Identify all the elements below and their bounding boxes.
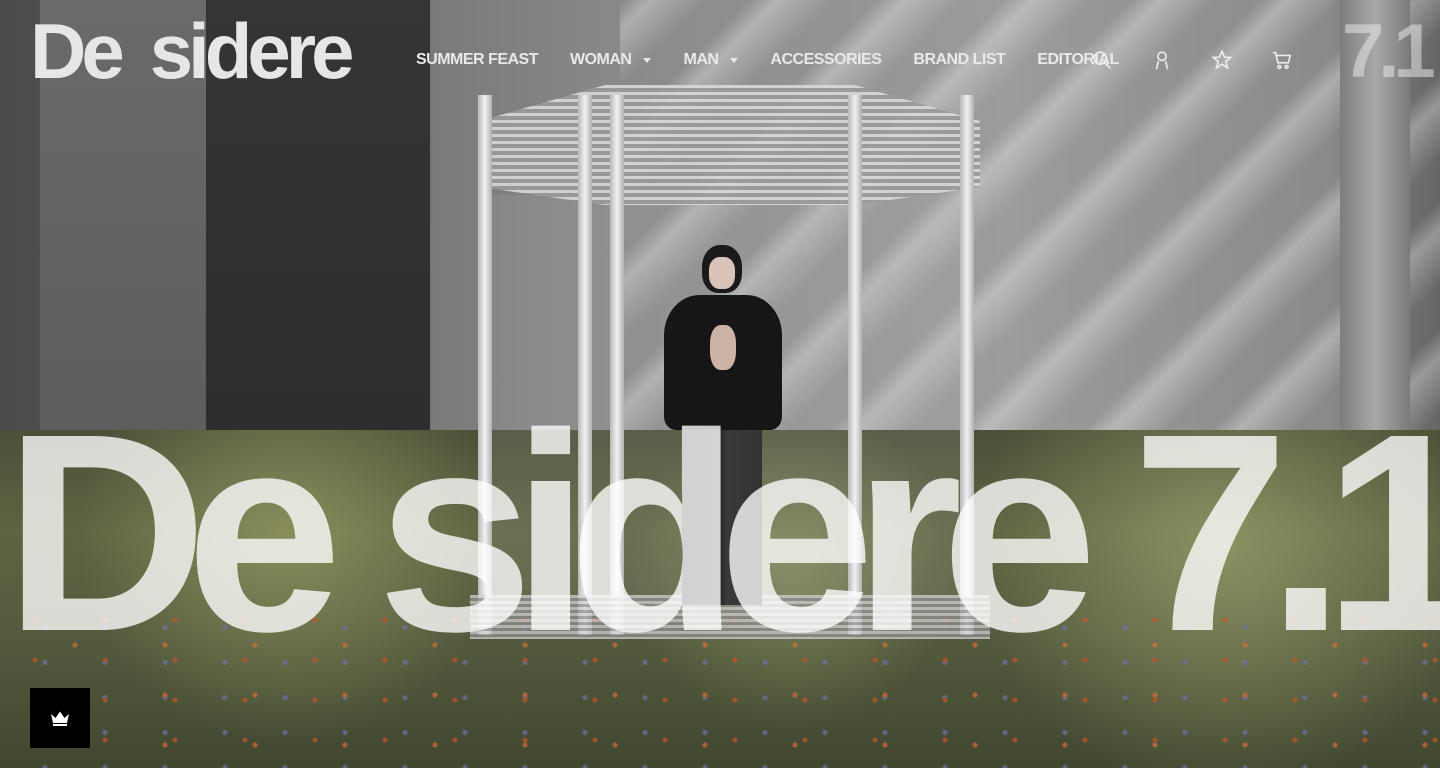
chevron-down-icon — [730, 57, 739, 63]
nav-item-brand-list[interactable]: BRAND LIST — [913, 51, 1005, 69]
hero-scene: De sidere 7.1 — [0, 0, 1440, 768]
edition-number: 7.1 — [1342, 9, 1436, 94]
nav-item-man[interactable]: MAN — [683, 51, 739, 69]
nav-item-accessories[interactable]: ACCESSORIES — [770, 51, 881, 69]
gazebo-roof — [480, 85, 980, 205]
main-nav: SUMMER FEAST WOMAN MAN ACCESSORIES BRAND… — [416, 50, 1151, 70]
logo-part-left: De — [30, 7, 125, 95]
crown-icon — [51, 711, 69, 726]
nav-item-label: WOMAN — [570, 51, 632, 68]
nav-item-label: ACCESSORIES — [770, 51, 882, 68]
hero-title: De sidere 7.1 — [4, 375, 1440, 690]
user-icon[interactable] — [1150, 48, 1174, 72]
nav-item-summer-feast[interactable]: SUMMER FEAST — [416, 51, 539, 69]
nav-item-label: MAN — [683, 51, 719, 68]
cart-icon[interactable] — [1270, 48, 1294, 72]
model-torso — [710, 325, 736, 370]
nav-item-woman[interactable]: WOMAN — [570, 51, 652, 69]
brand-logo[interactable]: De sidere — [30, 12, 355, 90]
star-icon[interactable] — [1210, 48, 1234, 72]
nav-item-label: BRAND LIST — [913, 51, 1006, 68]
model-face — [709, 257, 735, 289]
header-actions — [1090, 48, 1330, 72]
logo-part-right: sidere — [149, 7, 355, 95]
search-icon[interactable] — [1090, 48, 1114, 72]
chevron-down-icon — [643, 57, 652, 63]
nav-item-label: SUMMER FEAST — [416, 51, 539, 68]
crown-button[interactable] — [30, 688, 90, 748]
